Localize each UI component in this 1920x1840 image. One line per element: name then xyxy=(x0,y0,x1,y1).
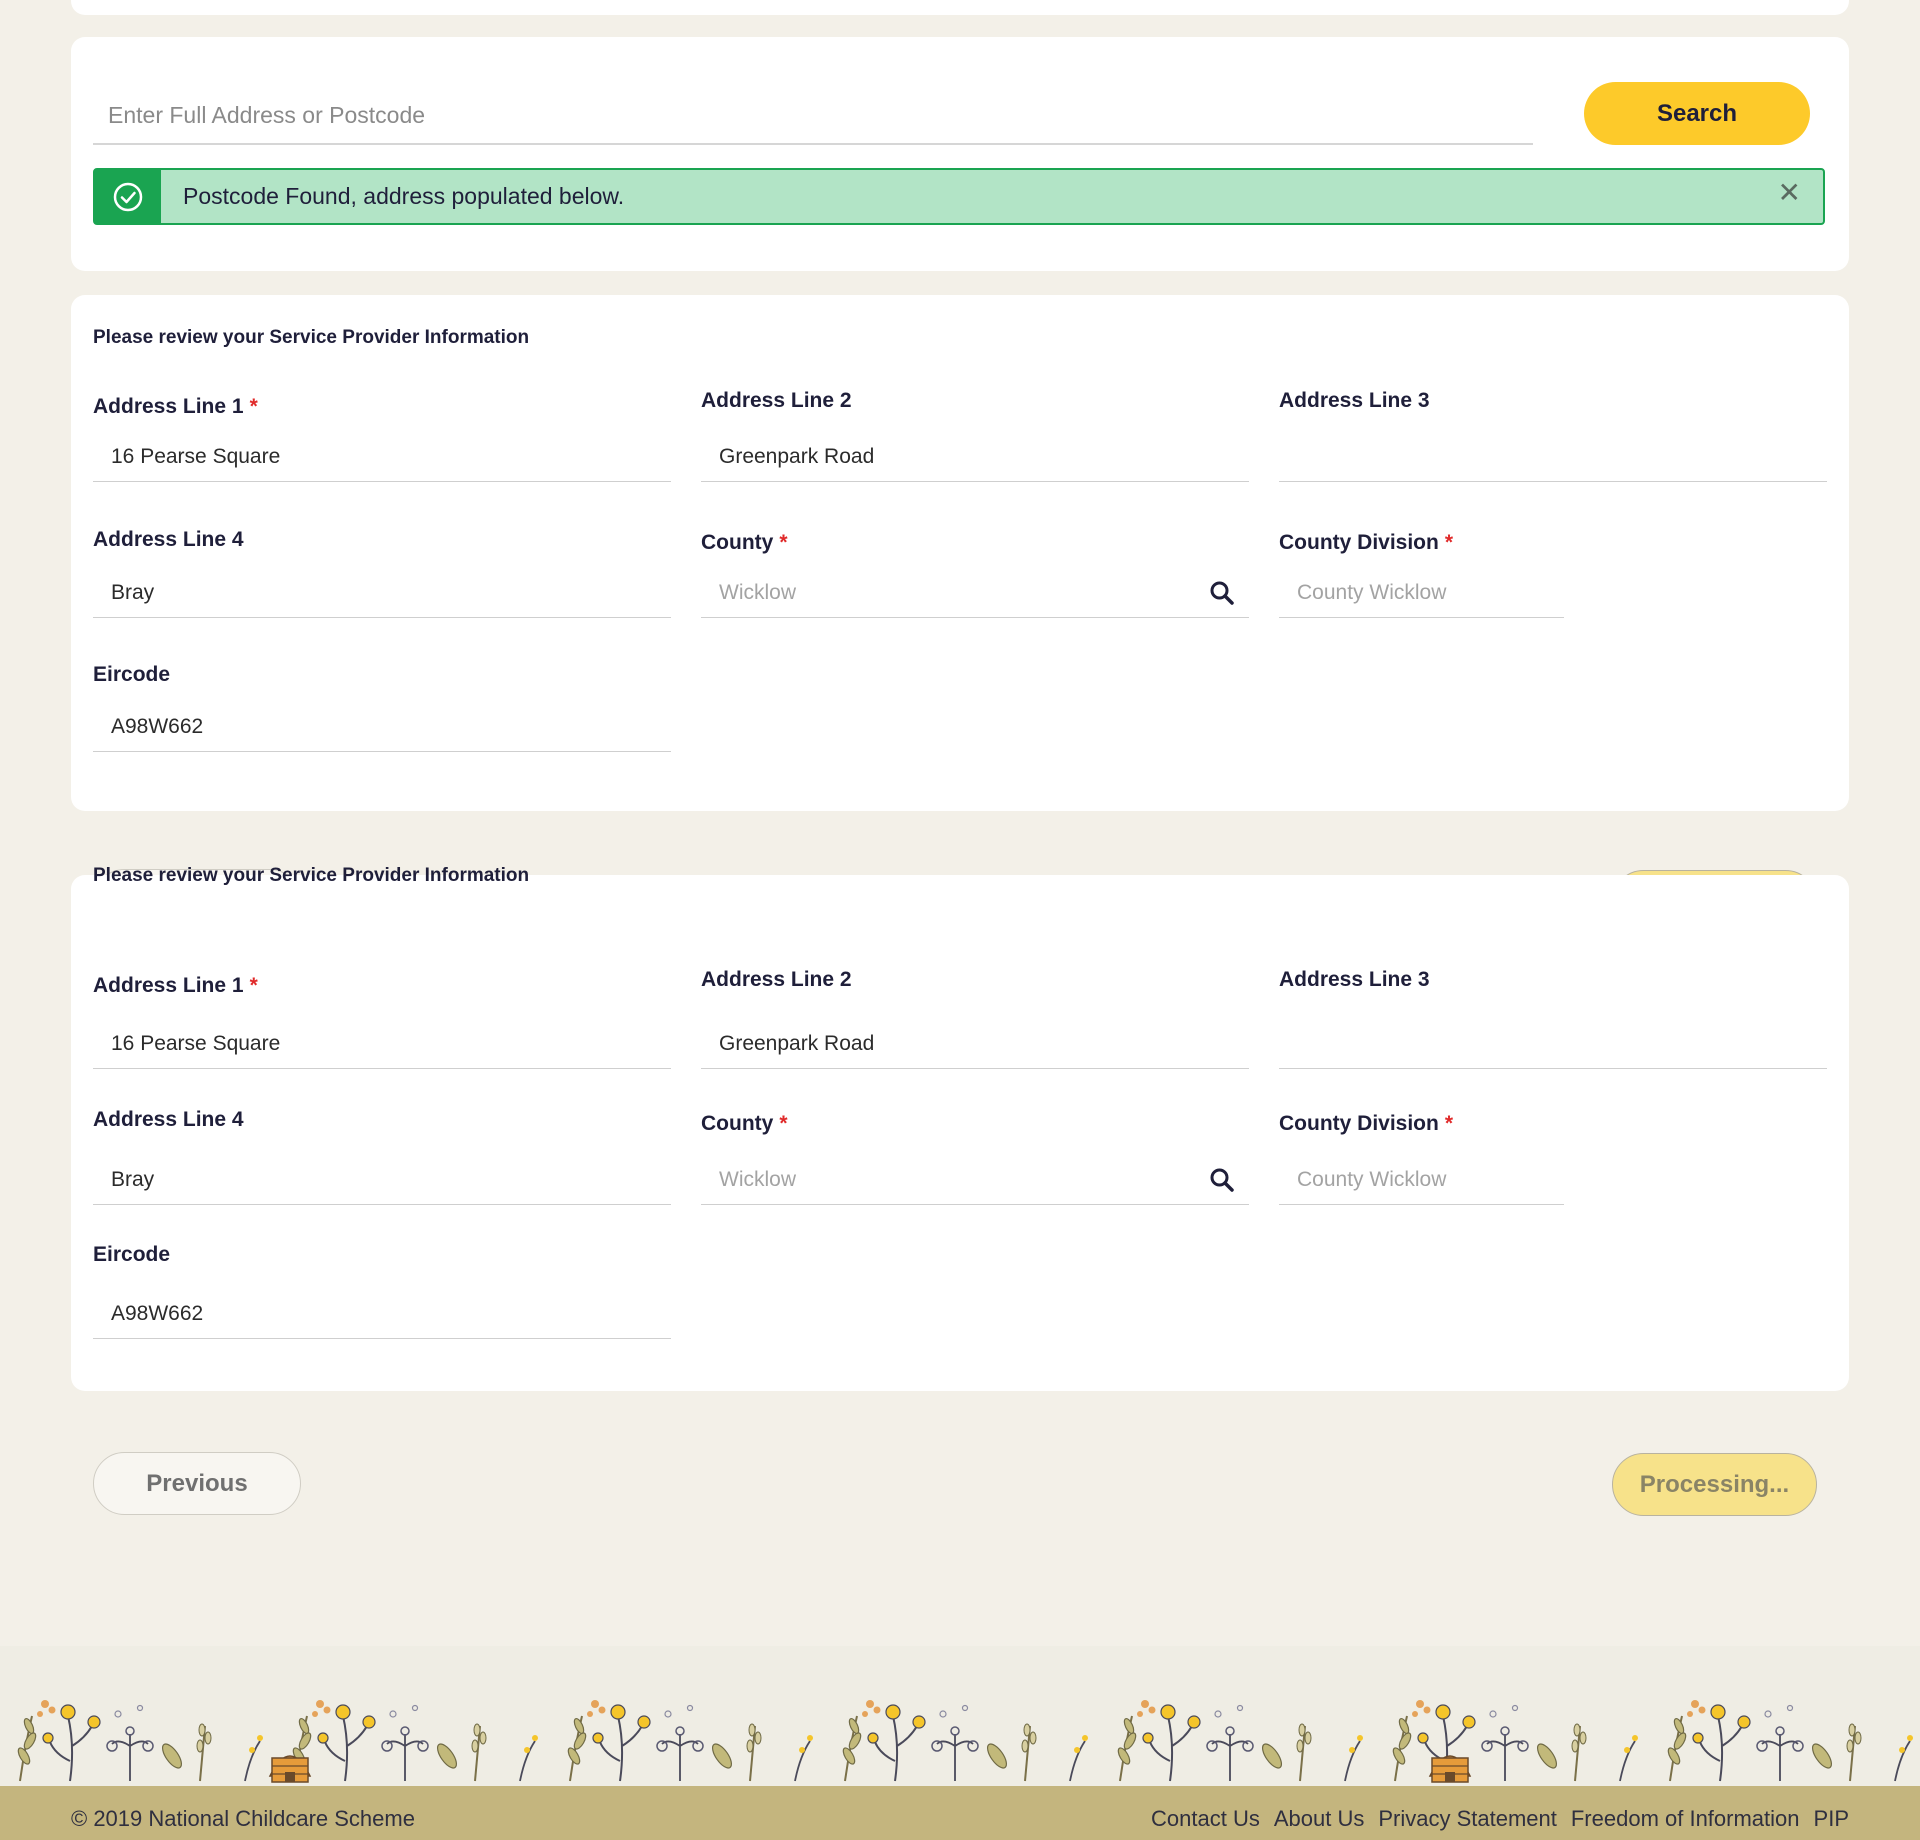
address-line-3-input[interactable] xyxy=(1279,432,1827,482)
address-line-2-field: Address Line 2 Greenpark Road xyxy=(701,968,1249,1069)
address-search-card: Search Postcode Found, address populated… xyxy=(71,37,1849,271)
address-line-1-input[interactable]: 16 Pearse Square xyxy=(93,1019,671,1069)
county-label: County xyxy=(701,531,774,554)
footer-link-pip[interactable]: PIP xyxy=(1814,1806,1849,1832)
eircode-label: Eircode xyxy=(93,663,171,686)
county-input[interactable]: Wicklow xyxy=(701,1155,1195,1205)
address-search-field xyxy=(93,87,1533,145)
floral-footer-decoration xyxy=(0,1646,1920,1786)
footer-link-freedom-of-information[interactable]: Freedom of Information xyxy=(1571,1806,1800,1832)
check-circle-icon xyxy=(113,182,143,211)
county-division-input[interactable]: County Wicklow xyxy=(1279,1155,1564,1205)
address-line-3-field: Address Line 3 xyxy=(1279,389,1827,487)
address-line-4-input[interactable]: Bray xyxy=(93,1155,671,1205)
required-marker: * xyxy=(249,395,258,418)
address-line-1-label: Address Line 1 xyxy=(93,974,244,997)
county-division-field: County Division * County Wicklow xyxy=(1279,1108,1564,1205)
address-line-1-field: Address Line 1 * 16 Pearse Square xyxy=(93,395,671,487)
address-line-4-label: Address Line 4 xyxy=(93,528,244,551)
service-provider-form-card: Please review your Service Provider Info… xyxy=(71,295,1849,811)
required-marker: * xyxy=(1444,1112,1454,1135)
eircode-input[interactable]: A98W662 xyxy=(93,1289,671,1339)
footer-link-privacy-statement[interactable]: Privacy Statement xyxy=(1378,1806,1557,1832)
eircode-field: Eircode A98W662 xyxy=(93,663,671,755)
address-line-2-label: Address Line 2 xyxy=(701,968,852,991)
address-line-2-label: Address Line 2 xyxy=(701,389,852,412)
alert-message: Postcode Found, address populated below. xyxy=(183,183,625,209)
footer-links: Contact Us About Us Privacy Statement Fr… xyxy=(1151,1806,1849,1832)
address-line-2-input[interactable]: Greenpark Road xyxy=(701,432,1249,482)
county-input[interactable]: Wicklow xyxy=(701,568,1195,618)
address-line-4-field: Address Line 4 Bray xyxy=(93,1108,671,1205)
eircode-label: Eircode xyxy=(93,1243,171,1266)
footer-link-about-us[interactable]: About Us xyxy=(1274,1806,1365,1832)
required-marker: * xyxy=(1444,531,1454,554)
previous-section-card xyxy=(71,0,1849,15)
address-line-2-input[interactable]: Greenpark Road xyxy=(701,1019,1249,1069)
county-lookup-button[interactable] xyxy=(1195,1155,1249,1205)
eircode-field: Eircode A98W662 xyxy=(93,1243,671,1339)
county-division-label: County Division xyxy=(1279,531,1439,554)
eircode-input[interactable]: A98W662 xyxy=(93,702,671,752)
county-field: County * Wicklow xyxy=(701,528,1249,620)
county-label: County xyxy=(701,1112,774,1135)
footer-link-contact-us[interactable]: Contact Us xyxy=(1151,1806,1260,1832)
address-line-3-field: Address Line 3 xyxy=(1279,968,1827,1069)
required-marker: * xyxy=(779,1112,788,1135)
address-line-1-field: Address Line 1 * 16 Pearse Square xyxy=(93,974,671,1069)
form-title: Please review your Service Provider Info… xyxy=(93,327,530,348)
county-lookup-button[interactable] xyxy=(1195,568,1249,618)
address-line-2-field: Address Line 2 Greenpark Road xyxy=(701,389,1249,487)
address-line-1-label: Address Line 1 xyxy=(93,395,244,418)
county-division-label: County Division xyxy=(1279,1112,1439,1135)
floral-pattern-illustration xyxy=(15,1699,1914,1783)
county-division-input[interactable]: County Wicklow xyxy=(1279,568,1564,618)
required-marker: * xyxy=(779,531,788,554)
alert-icon-box xyxy=(95,170,161,223)
address-line-4-label: Address Line 4 xyxy=(93,1108,244,1131)
search-icon xyxy=(1210,581,1234,605)
address-line-3-label: Address Line 3 xyxy=(1279,389,1430,412)
search-icon xyxy=(1210,1168,1234,1192)
close-icon[interactable]: ✕ xyxy=(1778,179,1801,207)
address-line-1-input[interactable]: 16 Pearse Square xyxy=(93,432,671,482)
footer-copyright: © 2019 National Childcare Scheme xyxy=(71,1806,415,1831)
service-provider-form-card-duplicate: Please review your Service Provider Info… xyxy=(71,865,1849,1391)
previous-button[interactable]: Previous xyxy=(93,1452,301,1515)
county-division-field: County Division * County Wicklow xyxy=(1279,528,1564,620)
address-line-4-field: Address Line 4 Bray xyxy=(93,528,671,620)
county-field: County * Wicklow xyxy=(701,1108,1249,1205)
address-line-3-label: Address Line 3 xyxy=(1279,968,1430,991)
form-title: Please review your Service Provider Info… xyxy=(93,865,530,886)
search-button[interactable]: Search xyxy=(1584,82,1810,145)
required-marker: * xyxy=(249,974,258,997)
address-line-4-input[interactable]: Bray xyxy=(93,568,671,618)
success-alert: Postcode Found, address populated below.… xyxy=(93,168,1825,225)
site-footer: © 2019 National Childcare Scheme Contact… xyxy=(0,1786,1920,1840)
address-line-3-input[interactable] xyxy=(1279,1019,1827,1069)
address-search-input[interactable] xyxy=(93,87,1533,143)
processing-button[interactable]: Processing... xyxy=(1612,1453,1817,1516)
